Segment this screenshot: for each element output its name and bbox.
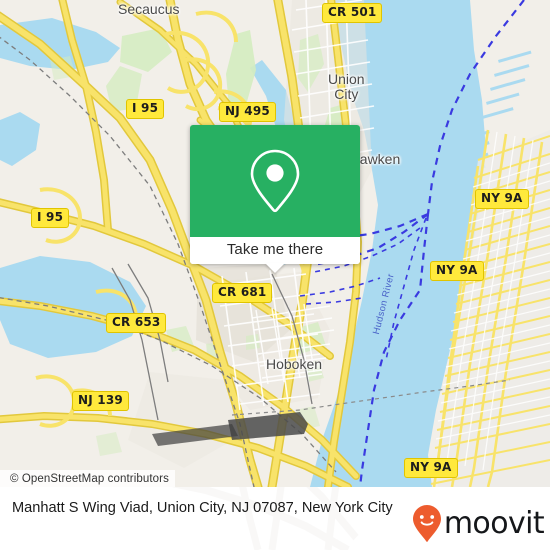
place-label-union-city: Union City <box>328 71 365 102</box>
screenshot-root: CR 501 I 95 NJ 495 I 95 NY 9A NY 9A CR 6… <box>0 0 550 550</box>
route-shield-ny9a-1[interactable]: NY 9A <box>475 189 529 209</box>
moovit-wordmark: moovit <box>443 506 545 541</box>
card-action-area[interactable]: Take me there <box>190 237 360 273</box>
attribution-text: © OpenStreetMap contributors <box>10 472 169 485</box>
osm-attribution[interactable]: © OpenStreetMap contributors <box>0 470 175 487</box>
map-pin-icon <box>250 149 300 213</box>
route-shield-i95-1[interactable]: I 95 <box>126 99 165 119</box>
moovit-logo[interactable]: moovit <box>412 504 545 544</box>
route-shield-i95-2[interactable]: I 95 <box>31 208 70 228</box>
route-shield-cr653[interactable]: CR 653 <box>106 313 167 333</box>
route-shield-nj495[interactable]: NJ 495 <box>219 102 276 122</box>
place-label-hoboken: Hoboken <box>266 356 323 372</box>
route-shield-cr681[interactable]: CR 681 <box>212 283 273 303</box>
address-text: Manhatt S Wing Viad, Union City, NJ 0708… <box>12 500 393 516</box>
route-shield-cr501[interactable]: CR 501 <box>322 3 383 23</box>
card-image-area <box>190 125 360 237</box>
take-me-there-label: Take me there <box>226 241 324 258</box>
route-shield-nj139[interactable]: NJ 139 <box>72 391 129 411</box>
card-pointer-tail <box>265 263 285 273</box>
footer-bar: Manhatt S Wing Viad, Union City, NJ 0708… <box>0 487 550 550</box>
route-shield-ny9a-2[interactable]: NY 9A <box>430 261 484 281</box>
map-canvas[interactable]: CR 501 I 95 NJ 495 I 95 NY 9A NY 9A CR 6… <box>0 0 550 487</box>
place-label-secaucus: Secaucus <box>118 1 180 17</box>
route-shield-ny9a-3[interactable]: NY 9A <box>404 458 458 478</box>
footer-content: Manhatt S Wing Viad, Union City, NJ 0708… <box>0 487 550 550</box>
location-popup-card[interactable]: Take me there <box>190 125 360 273</box>
moovit-pin-icon <box>412 505 441 542</box>
